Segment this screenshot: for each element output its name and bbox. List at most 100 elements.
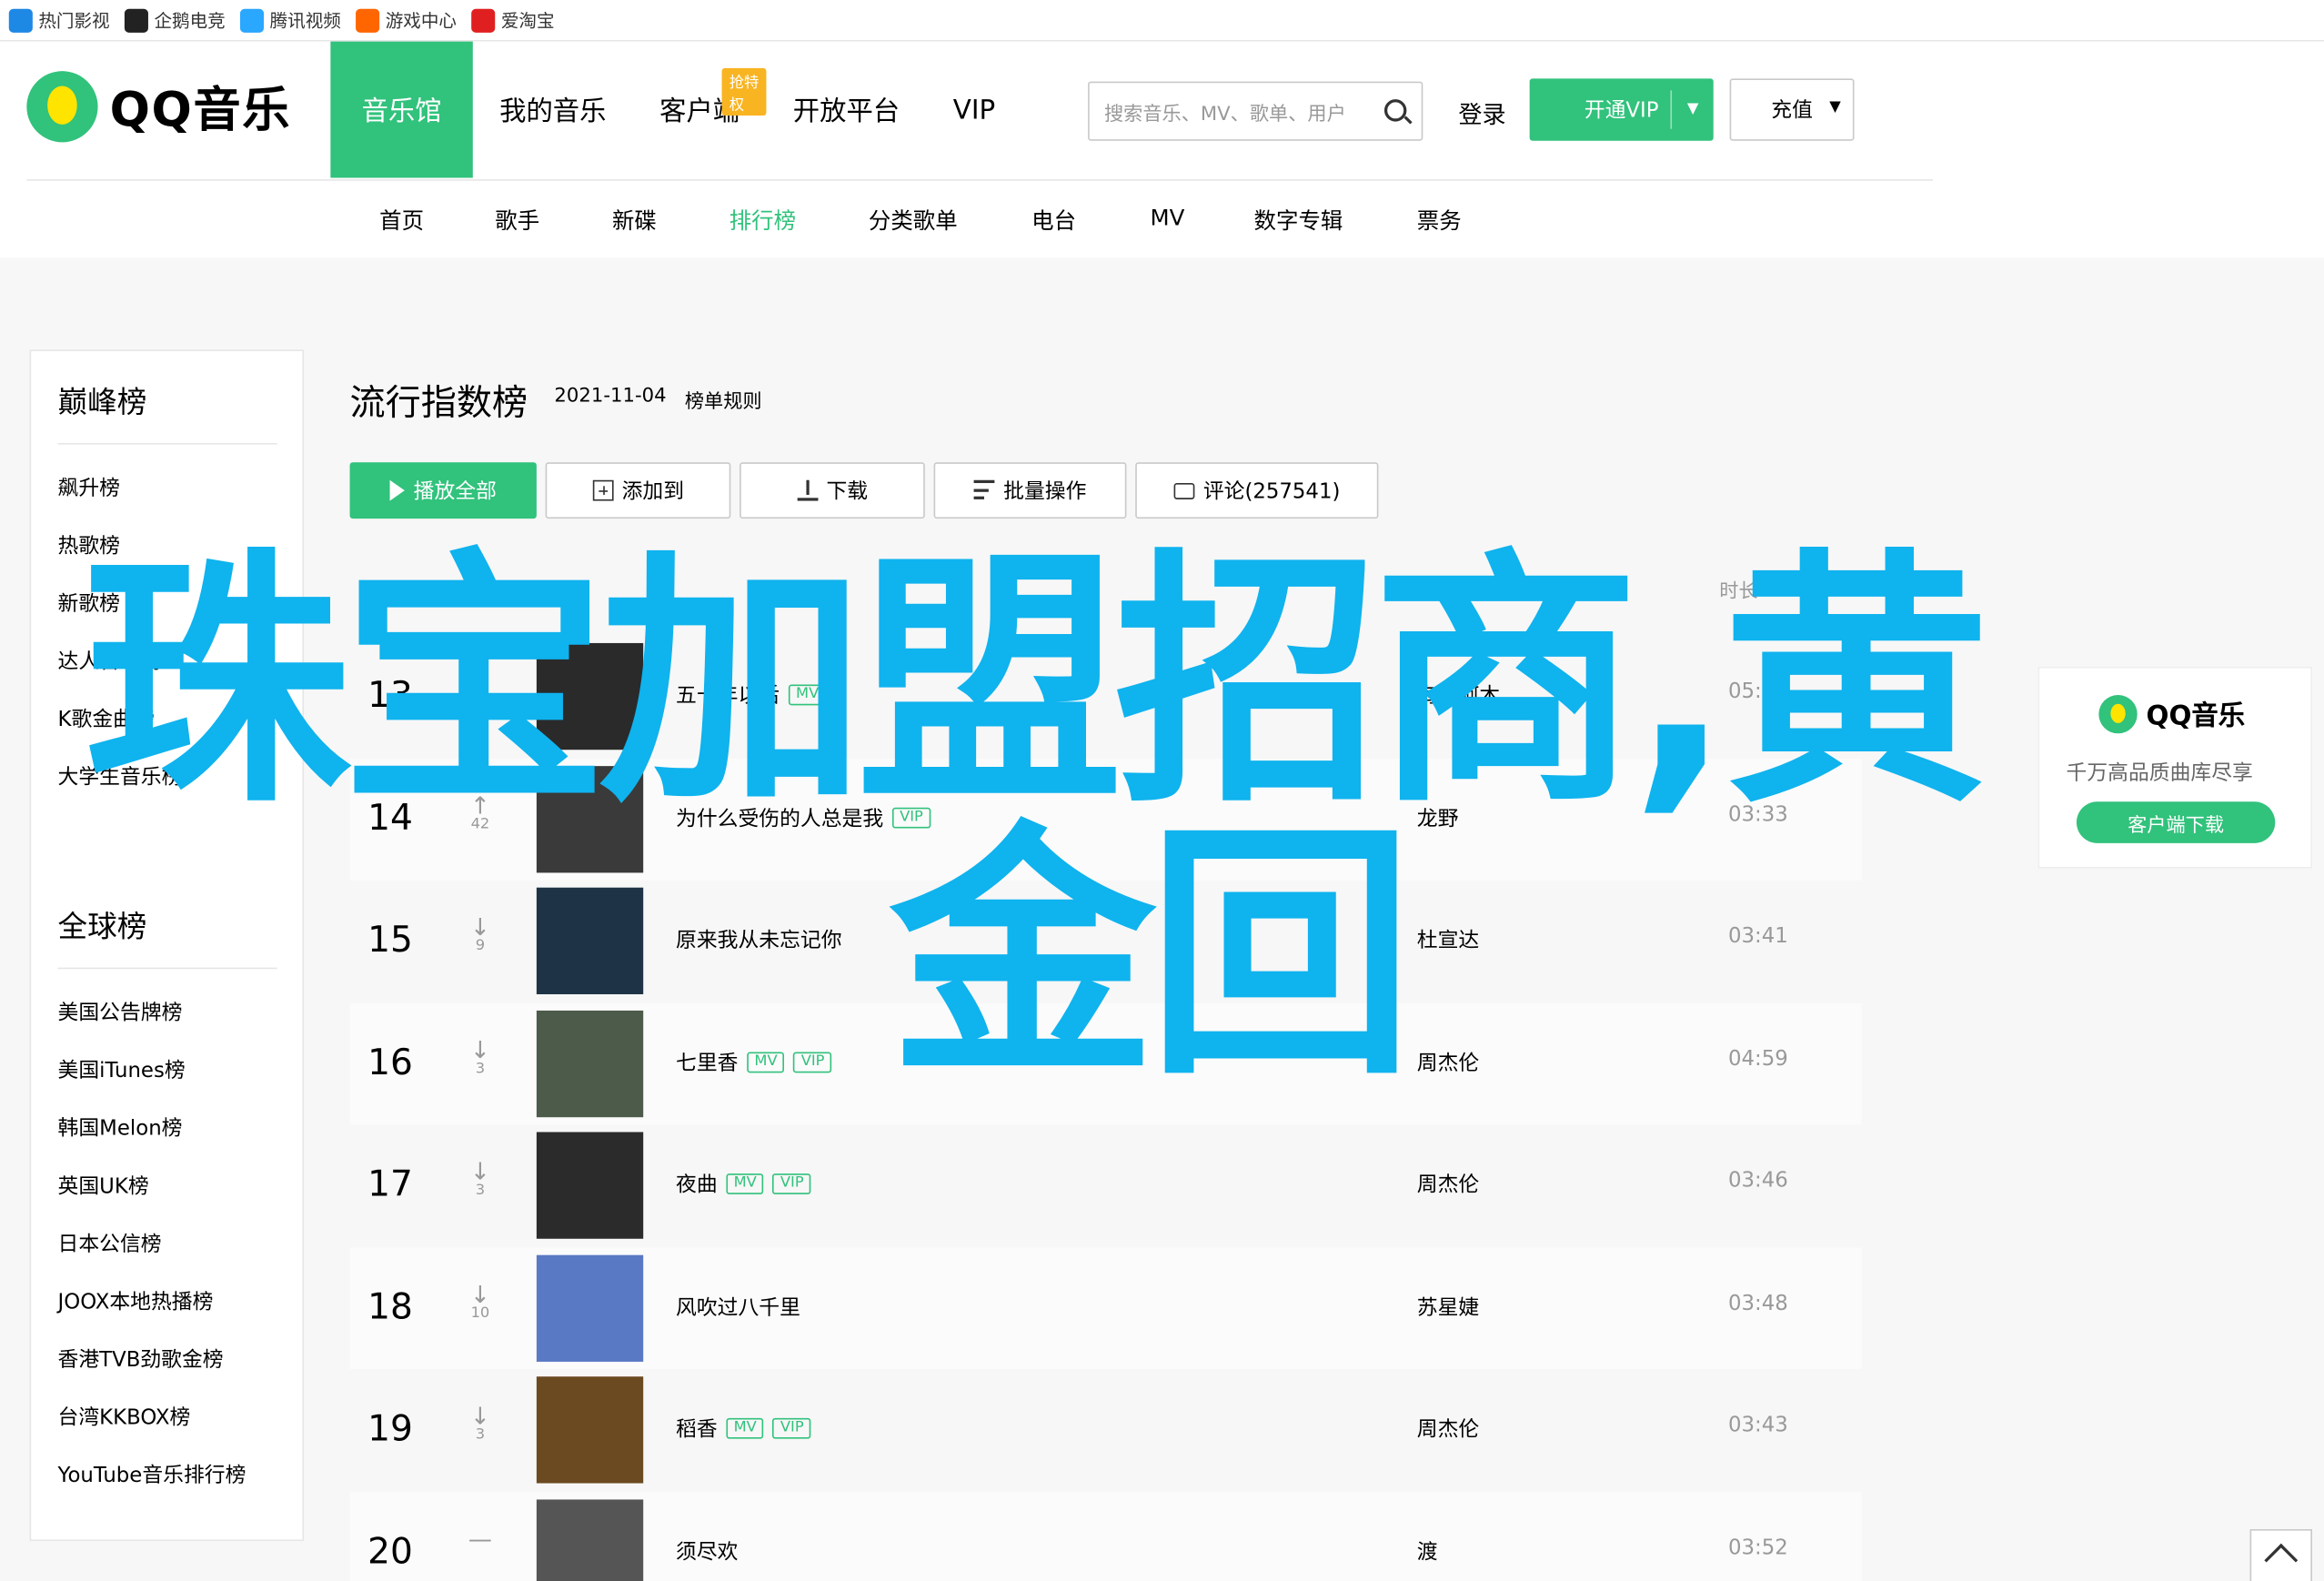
chart-title: 流行指数榜	[349, 382, 528, 424]
trend-down-icon: ↓ 9	[470, 912, 490, 955]
search-input[interactable]: 搜索音乐、MV、歌单、用户	[1088, 81, 1424, 141]
mv-badge[interactable]: MV	[747, 1051, 785, 1072]
subnav-digital-albums[interactable]: 数字专辑	[1254, 205, 1343, 236]
rank-number: 20	[367, 1529, 413, 1572]
chart-rules-link[interactable]: 榜单规则	[685, 386, 762, 413]
nav-my-music[interactable]: 我的音乐	[473, 42, 633, 178]
add-to-button[interactable]: 添加到	[545, 462, 731, 519]
rank-number: 16	[367, 1041, 413, 1083]
comments-button[interactable]: 评论(257541)	[1135, 462, 1379, 519]
singer-name[interactable]: 周杰伦	[1417, 1047, 1479, 1077]
trend-down-icon: ↓ 10	[470, 1279, 490, 1322]
watermark-line-2: 金回	[889, 801, 1414, 1112]
nav-open-platform[interactable]: 开放平台	[766, 42, 926, 178]
ad-logo: QQ音乐	[2098, 694, 2245, 734]
subnav-new-albums[interactable]: 新碟	[612, 205, 657, 236]
bookmark-icon	[356, 7, 380, 33]
bookmark-icon	[471, 7, 496, 33]
singer-name[interactable]: 杜宣达	[1417, 924, 1479, 954]
table-row[interactable]: 18 ↓ 10 风吹过八千里 苏星婕 03:48	[349, 1246, 1862, 1369]
bookmark-icon	[8, 7, 33, 33]
sidebar-item[interactable]: 英国UK榜	[58, 1171, 149, 1201]
plus-icon	[591, 479, 613, 501]
singer-name[interactable]: 苏星婕	[1417, 1292, 1479, 1322]
song-title[interactable]: 风吹过八千里	[676, 1292, 800, 1322]
subnav-radio[interactable]: 电台	[1031, 205, 1076, 236]
caret-down-icon[interactable]: ▼	[1687, 101, 1699, 117]
album-cover[interactable]	[536, 1132, 644, 1239]
subnav-singers[interactable]: 歌手	[495, 205, 539, 236]
sidebar-item[interactable]: JOOX本地热播榜	[58, 1286, 214, 1316]
subnav-home[interactable]: 首页	[379, 205, 424, 236]
table-row[interactable]: 19 ↓ 3 稻香 MV VIP 周杰伦 03:43	[350, 1369, 1862, 1491]
back-to-top-button[interactable]	[2249, 1529, 2313, 1581]
logo-text: QQ音乐	[109, 81, 292, 138]
peak-charts-heading: 巅峰榜	[57, 383, 147, 419]
table-row[interactable]: 20 — 须尽欢 渡 03:52	[349, 1491, 1862, 1581]
rank-number: 15	[367, 918, 413, 961]
singer-name[interactable]: 周杰伦	[1417, 1414, 1479, 1444]
watermark-line-1: 珠宝加盟招商,黄	[83, 529, 1989, 839]
rank-number: 18	[367, 1285, 413, 1327]
bookmark-item[interactable]: 腾讯视频	[240, 7, 341, 33]
duration: 03:41	[1727, 924, 1788, 949]
client-download-ad: QQ音乐 千万高品质曲库尽享 客户端下载	[2037, 667, 2313, 869]
play-all-button[interactable]: 播放全部	[349, 462, 537, 519]
album-cover[interactable]	[536, 1376, 644, 1484]
open-vip-button[interactable]: 开通VIP ▼	[1529, 78, 1714, 141]
table-row[interactable]: 17 ↓ 3 夜曲 MV VIP 周杰伦 03:46	[350, 1124, 1862, 1246]
mv-badge[interactable]: MV	[726, 1417, 764, 1439]
login-link[interactable]: 登录	[1458, 95, 1505, 130]
batch-button[interactable]: 批量操作	[933, 462, 1127, 519]
sidebar-item[interactable]: 韩国Melon榜	[58, 1113, 183, 1143]
nav-music-hall[interactable]: 音乐馆	[330, 41, 473, 178]
action-buttons: 播放全部 添加到 下载 批量操作 评论(257541)	[349, 462, 1379, 519]
download-button[interactable]: 下载	[739, 462, 925, 519]
song-title[interactable]: 原来我从未忘记你	[676, 924, 842, 954]
sidebar-item[interactable]: 台湾KKBOX榜	[58, 1402, 191, 1432]
song-title[interactable]: 七里香 MV VIP	[676, 1047, 832, 1077]
hot-badge: 抢特权	[721, 67, 767, 116]
duration: 03:48	[1727, 1291, 1788, 1315]
search-icon[interactable]	[1383, 99, 1407, 122]
song-title[interactable]: 须尽欢	[676, 1536, 738, 1566]
duration: 03:43	[1727, 1413, 1788, 1438]
singer-name[interactable]: 渡	[1417, 1536, 1438, 1566]
charge-button[interactable]: 充值 ▼	[1729, 78, 1855, 141]
chart-date: 2021-11-04	[554, 385, 667, 408]
song-title[interactable]: 夜曲 MV VIP	[676, 1169, 811, 1199]
song-title[interactable]: 稻香 MV VIP	[676, 1414, 811, 1444]
bookmark-item[interactable]: 热门影视	[8, 7, 110, 33]
qq-music-logo[interactable]: QQ音乐	[26, 71, 292, 143]
sidebar-item[interactable]: 日本公信榜	[58, 1228, 162, 1258]
mv-badge[interactable]: MV	[726, 1173, 764, 1194]
caret-down-icon[interactable]: ▼	[1829, 99, 1841, 116]
app-window: 热门影视 企鹅电竞 腾讯视频 游戏中心 爱淘宝 QQ音乐 音乐馆 我的音乐 客户端 抢特权…	[0, 0, 2324, 1581]
list-edit-icon	[973, 479, 995, 501]
duration: 03:52	[1727, 1536, 1788, 1560]
sidebar-item[interactable]: 飙升榜	[58, 473, 120, 503]
sidebar-item[interactable]: 香港TVB劲歌金榜	[58, 1344, 224, 1374]
subnav-tickets[interactable]: 票务	[1417, 205, 1462, 236]
album-cover[interactable]	[536, 887, 644, 994]
album-cover[interactable]	[536, 1498, 644, 1581]
nav-client[interactable]: 客户端 抢特权	[633, 42, 767, 178]
sidebar-item[interactable]: 美国iTunes榜	[58, 1055, 186, 1085]
vip-badge: VIP	[793, 1051, 832, 1072]
search-placeholder: 搜索音乐、MV、歌单、用户	[1103, 103, 1346, 126]
duration: 03:46	[1727, 1169, 1788, 1193]
trend-flat-icon: —	[468, 1524, 492, 1553]
sidebar-item[interactable]: 美国公告牌榜	[58, 997, 183, 1027]
album-cover[interactable]	[536, 1010, 644, 1117]
singer-name[interactable]: 周杰伦	[1417, 1169, 1479, 1199]
bookmark-item[interactable]: 企鹅电竞	[124, 7, 226, 33]
album-cover[interactable]	[536, 1254, 644, 1362]
subnav-playlists[interactable]: 分类歌单	[869, 205, 958, 236]
bookmark-item[interactable]: 爱淘宝	[471, 7, 555, 33]
subnav-charts[interactable]: 排行榜	[729, 205, 796, 236]
bookmark-item[interactable]: 游戏中心	[356, 7, 457, 33]
client-download-button[interactable]: 客户端下载	[2076, 801, 2276, 843]
sidebar-item[interactable]: YouTube音乐排行榜	[58, 1459, 246, 1489]
nav-vip[interactable]: VIP	[926, 42, 1021, 178]
subnav-mv[interactable]: MV	[1150, 205, 1184, 231]
